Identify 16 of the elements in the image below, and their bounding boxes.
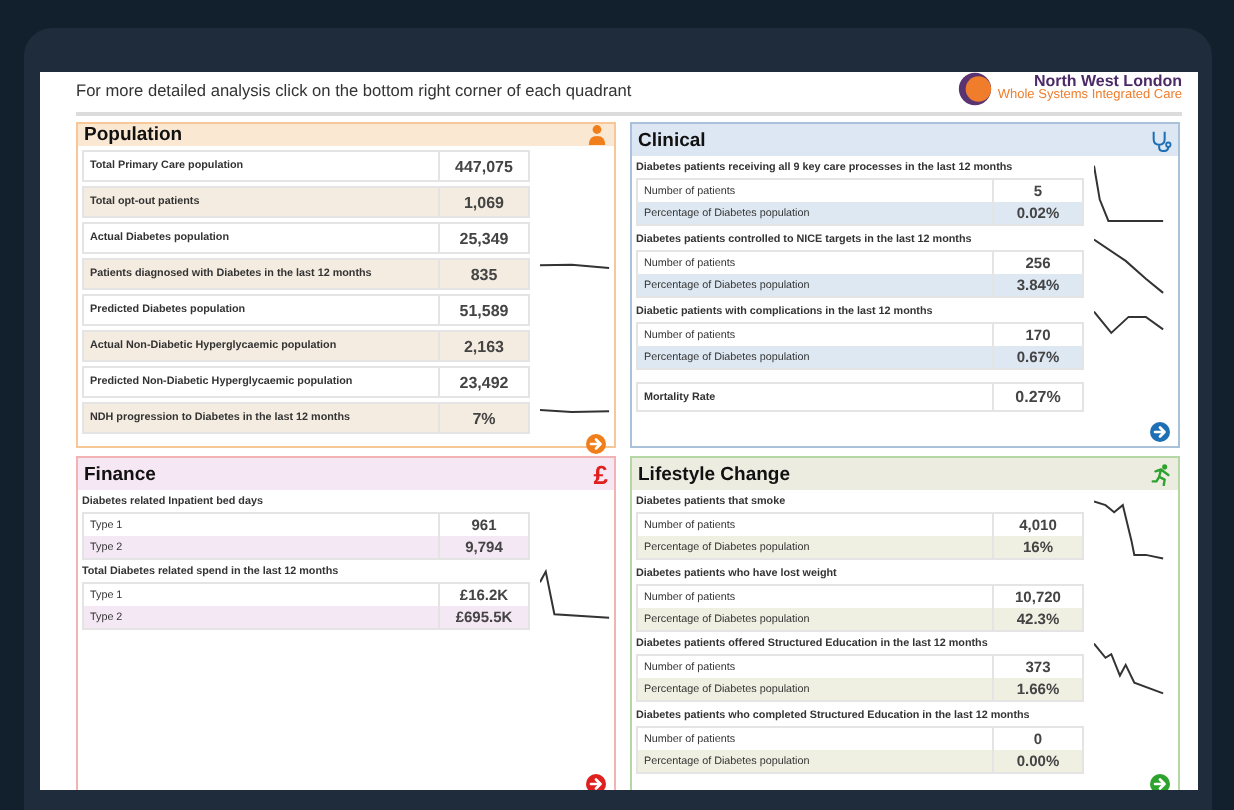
row-value: 447,075 bbox=[453, 155, 515, 179]
panel-title: Population bbox=[84, 124, 183, 146]
row-value: 0.27% bbox=[1013, 386, 1063, 410]
panel-title: Clinical bbox=[638, 129, 706, 151]
row-value: 7% bbox=[470, 407, 498, 431]
panel-title: Lifestyle Change bbox=[638, 463, 791, 485]
row-value: 1,069 bbox=[461, 191, 507, 215]
row-value: 2,163 bbox=[461, 335, 507, 359]
row-value: 23,492 bbox=[457, 371, 511, 395]
instruction-text: For more detailed analysis click on the bottom right corner of each quadrant bbox=[76, 80, 632, 104]
row-value: 51,589 bbox=[457, 299, 511, 323]
row-value: 25,349 bbox=[457, 227, 511, 251]
logo-title: North West London bbox=[1033, 74, 1182, 91]
pound-symbol: £ bbox=[593, 461, 608, 487]
panel-title: Finance bbox=[84, 463, 156, 485]
row-value: 835 bbox=[468, 263, 500, 287]
